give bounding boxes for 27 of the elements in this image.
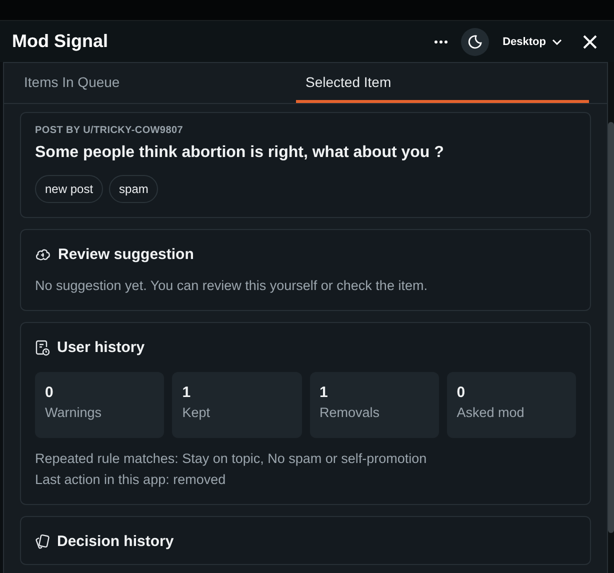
theme-toggle-button[interactable] — [460, 28, 489, 56]
section-title: Review suggestion — [58, 246, 194, 263]
moon-icon — [466, 34, 483, 50]
tag: spam — [109, 175, 158, 203]
history-line: Repeated rule matches: Stay on topic, No spam or self-promotion — [35, 450, 428, 468]
tab[interactable]: Selected Item — [296, 63, 589, 103]
stat-label: Kept — [182, 405, 212, 420]
stat-label: Warnings — [45, 405, 103, 420]
section-title: Decision history — [57, 533, 174, 550]
stat-value: 0 — [456, 384, 466, 401]
suggestion-text: No suggestion yet. You can review this yourself or check the item. — [35, 277, 428, 295]
cards-icon — [35, 534, 50, 550]
stat-label: Asked mod — [456, 405, 526, 420]
post-title: Some people think abortion is right, what about you ? — [35, 144, 445, 162]
view-dropdown[interactable]: Desktop — [502, 36, 562, 48]
stat-value: 1 — [182, 384, 192, 401]
stat-label: Removals — [320, 405, 381, 420]
app-title: Mod Signal — [12, 31, 108, 52]
tab[interactable]: Items In Queue — [4, 63, 288, 103]
document-clock-icon — [35, 340, 50, 356]
tag: new post — [35, 175, 104, 203]
post-author: POST BY U/TRICKY-COW9807 — [35, 125, 184, 136]
chevron-down-icon — [552, 38, 562, 44]
stat-value: 1 — [320, 384, 329, 401]
section-title: User history — [57, 339, 145, 356]
stat-value: 0 — [45, 384, 54, 401]
history-line: Last action in this app: removed — [35, 471, 227, 489]
